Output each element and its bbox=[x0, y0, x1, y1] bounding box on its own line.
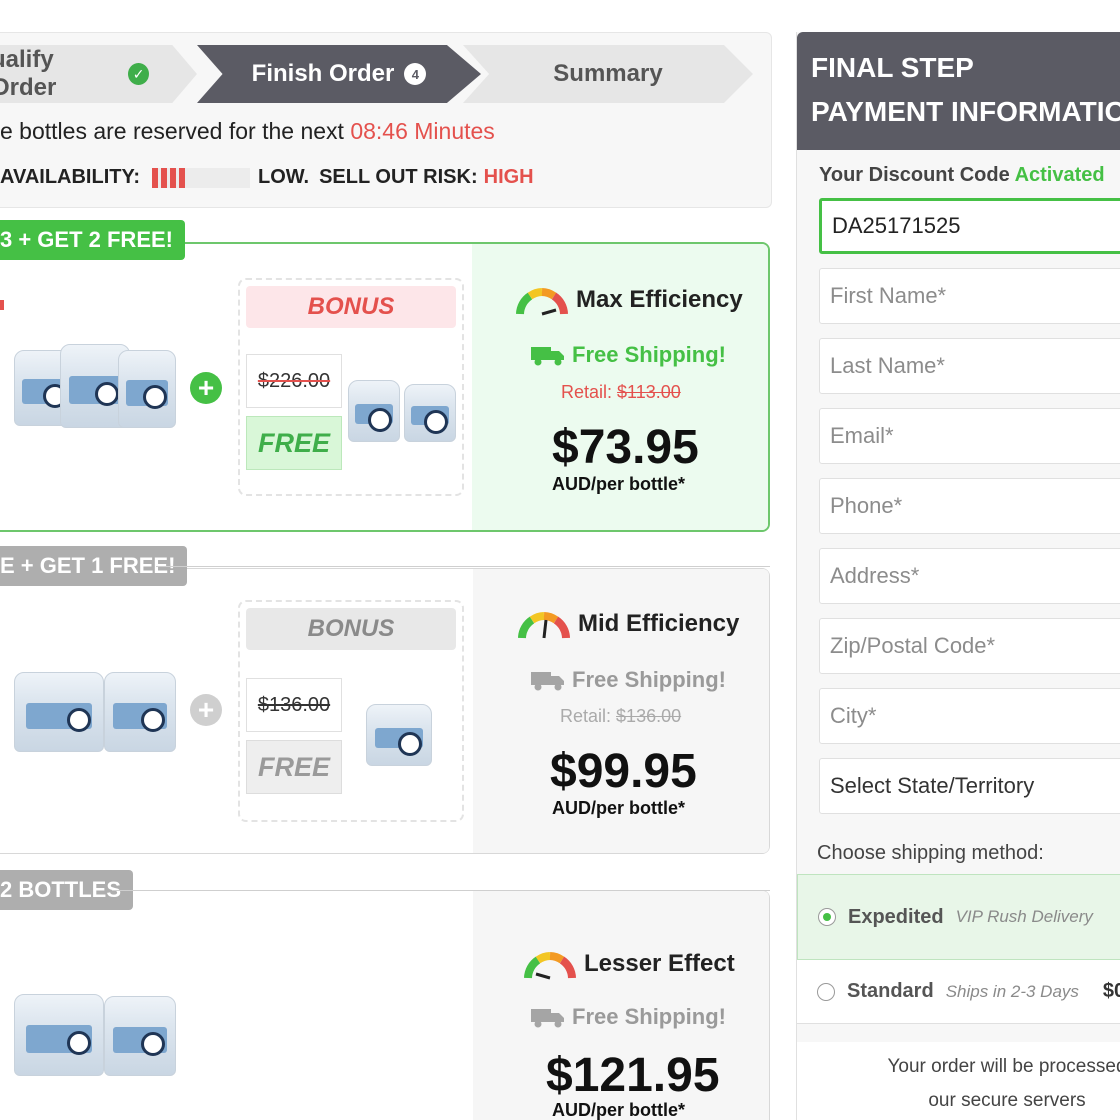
bonus-label: BONUS bbox=[246, 286, 456, 328]
bonus-card-1: BONUS $226.00 FREE bbox=[238, 278, 464, 496]
red-marker bbox=[0, 300, 4, 310]
step-summary[interactable]: Summary bbox=[463, 45, 753, 103]
free-shipping-label: Free Shipping! bbox=[572, 1004, 726, 1029]
retail-label: Retail: bbox=[560, 706, 612, 726]
step-qualify-order[interactable]: ualify Order ✓ bbox=[0, 45, 197, 103]
bonus-old-price: $226.00 bbox=[246, 354, 342, 408]
zip-field[interactable] bbox=[819, 618, 1120, 674]
bonus-card-2: BONUS $136.00 FREE bbox=[238, 600, 464, 822]
shipping-option-name: Standard bbox=[847, 980, 934, 1002]
product-jar bbox=[366, 704, 432, 766]
availability-meter bbox=[151, 167, 250, 188]
product-jar bbox=[348, 380, 400, 442]
shipping-option-name: Expedited bbox=[848, 905, 944, 928]
package-price: $121.95 bbox=[546, 1049, 720, 1102]
product-jar bbox=[404, 384, 456, 442]
shipping-row-2: Free Shipping! bbox=[530, 667, 726, 693]
shipping-option-note: Ships in 2-3 Days bbox=[945, 981, 1079, 1001]
efficiency-label: Max Efficiency bbox=[576, 286, 743, 313]
product-jar bbox=[14, 672, 104, 752]
gauge-icon bbox=[516, 288, 568, 316]
per-bottle-label: AUD/per bottle* bbox=[552, 1100, 686, 1120]
processed-line2: our secure servers bbox=[928, 1090, 1086, 1111]
step-summary-label: Summary bbox=[553, 60, 663, 87]
plus-icon: + bbox=[190, 694, 222, 726]
shipping-option-note: VIP Rush Delivery bbox=[955, 907, 1093, 926]
availability-level: LOW. bbox=[257, 166, 310, 188]
phone-field[interactable] bbox=[819, 478, 1120, 534]
processed-line1: Your order will be processed bbox=[887, 1056, 1120, 1077]
discount-label-text: Your Discount Code bbox=[819, 164, 1010, 186]
retail-price: $113.00 bbox=[617, 382, 681, 402]
radio-icon[interactable] bbox=[817, 982, 835, 1001]
bonus-old-price: $136.00 bbox=[246, 678, 342, 732]
email-field[interactable] bbox=[819, 408, 1120, 464]
retail-price: $136.00 bbox=[616, 706, 682, 726]
truck-icon bbox=[531, 1009, 564, 1028]
efficiency-label: Lesser Effect bbox=[584, 950, 735, 977]
plus-icon: + bbox=[190, 372, 222, 404]
product-jar bbox=[14, 994, 104, 1076]
efficiency-row-3: Lesser Effect bbox=[524, 946, 735, 982]
step-finish-order[interactable]: Finish Order 4 bbox=[197, 45, 481, 103]
step-qualify-label: ualify Order bbox=[0, 46, 57, 101]
shipping-row-3: Free Shipping! bbox=[530, 1004, 726, 1030]
availability-row: AVAILABILITY: LOW. SELL OUT RISK: HIGH bbox=[0, 166, 534, 189]
payment-panel: FINAL STEP PAYMENT INFORMATION Your Disc… bbox=[796, 32, 1120, 1120]
secure-processing-note: Your order will be processed our secure … bbox=[797, 1042, 1120, 1120]
step-finish-label: Finish Order bbox=[251, 60, 395, 87]
package-2-tag-line bbox=[156, 566, 770, 567]
city-field[interactable] bbox=[819, 688, 1120, 744]
discount-status: Activated bbox=[1014, 164, 1105, 186]
truck-icon bbox=[531, 347, 564, 366]
reservation-text: e bottles are reserved for the next bbox=[0, 118, 344, 144]
bonus-free-badge: FREE bbox=[246, 416, 342, 470]
gauge-icon bbox=[524, 952, 576, 980]
free-shipping-label: Free Shipping! bbox=[572, 342, 726, 367]
product-jar bbox=[118, 350, 176, 428]
state-select-value: Select State/Territory bbox=[830, 773, 1035, 798]
retail-price-1: Retail: $113.00 bbox=[561, 382, 681, 403]
efficiency-row-1: Max Efficiency bbox=[516, 282, 743, 318]
package-1-tag: 3 + GET 2 FREE! bbox=[0, 220, 185, 260]
payment-panel-header: FINAL STEP PAYMENT INFORMATION bbox=[797, 32, 1120, 150]
sellout-risk-value: HIGH bbox=[483, 166, 534, 188]
shipping-method-label: Choose shipping method: bbox=[817, 842, 1044, 864]
discount-label: Your Discount Code Activated bbox=[819, 164, 1105, 187]
product-jar bbox=[104, 996, 176, 1076]
sellout-risk-label: SELL OUT RISK: bbox=[319, 166, 478, 188]
retail-price-2: Retail: $136.00 bbox=[560, 706, 681, 727]
discount-code-input[interactable] bbox=[819, 198, 1120, 254]
shipping-row-1: Free Shipping! bbox=[530, 342, 726, 368]
last-name-field[interactable] bbox=[819, 338, 1120, 394]
bonus-free-badge: FREE bbox=[246, 740, 342, 794]
efficiency-label: Mid Efficiency bbox=[578, 610, 740, 637]
truck-icon bbox=[531, 672, 564, 691]
check-icon: ✓ bbox=[128, 63, 149, 85]
first-name-field[interactable] bbox=[819, 268, 1120, 324]
reservation-timer: 08:46 Minutes bbox=[350, 118, 495, 144]
state-select[interactable]: Select State/Territory bbox=[819, 758, 1120, 814]
per-bottle-label: AUD/per bottle* bbox=[552, 798, 686, 818]
panel-title-line2: PAYMENT INFORMATION bbox=[811, 96, 1120, 127]
retail-label: Retail: bbox=[561, 382, 613, 402]
panel-title-line1: FINAL STEP bbox=[811, 52, 974, 83]
address-field[interactable] bbox=[819, 548, 1120, 604]
bonus-label: BONUS bbox=[246, 608, 456, 650]
per-bottle-label: AUD/per bottle* bbox=[552, 474, 686, 494]
product-jar bbox=[104, 672, 176, 752]
package-3-tag-line bbox=[112, 890, 770, 891]
shipping-option-expedited[interactable]: Expedited VIP Rush Delivery bbox=[797, 874, 1120, 960]
availability-label: AVAILABILITY: bbox=[0, 166, 140, 188]
package-price: $99.95 bbox=[550, 745, 697, 798]
reservation-notice: e bottles are reserved for the next 08:4… bbox=[0, 118, 495, 145]
gauge-icon bbox=[518, 612, 570, 639]
efficiency-row-2: Mid Efficiency bbox=[518, 606, 739, 642]
shipping-option-price: $0 bbox=[1102, 980, 1120, 1002]
package-price: $73.95 bbox=[552, 421, 699, 474]
step-number-badge: 4 bbox=[404, 63, 427, 85]
radio-icon[interactable] bbox=[818, 908, 836, 926]
shipping-option-standard[interactable]: Standard Ships in 2-3 Days $0 bbox=[797, 960, 1120, 1024]
free-shipping-label: Free Shipping! bbox=[572, 667, 726, 692]
